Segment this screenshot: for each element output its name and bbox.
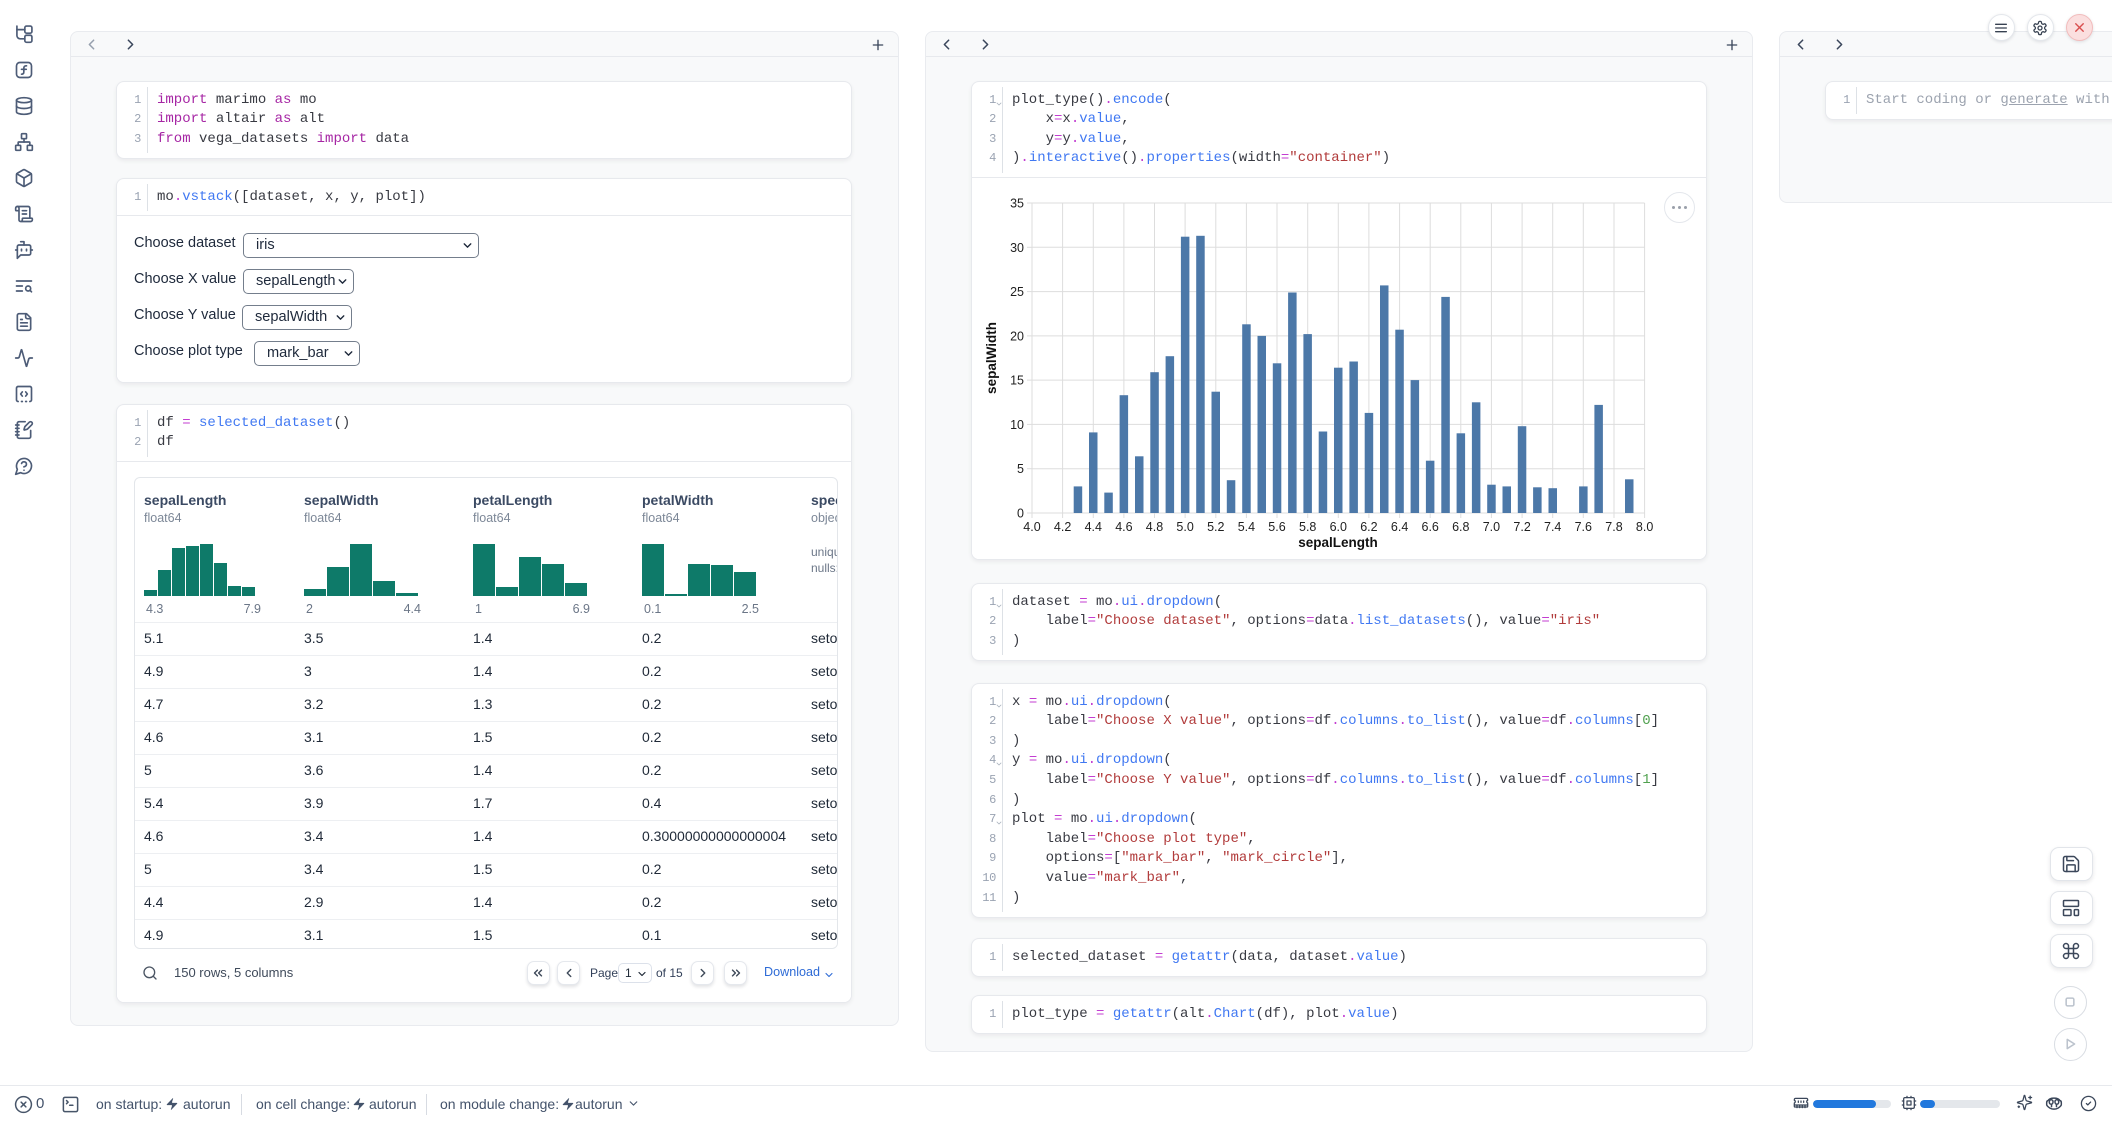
svg-text:4.2: 4.2 — [1054, 520, 1071, 534]
svg-text:20: 20 — [1010, 329, 1024, 343]
svg-text:0: 0 — [1017, 507, 1024, 521]
svg-text:5.8: 5.8 — [1299, 520, 1316, 534]
svg-text:4.4: 4.4 — [1085, 520, 1102, 534]
svg-text:10: 10 — [1010, 418, 1024, 432]
svg-text:7.8: 7.8 — [1605, 520, 1622, 534]
svg-text:7.4: 7.4 — [1544, 520, 1561, 534]
svg-text:5.6: 5.6 — [1268, 520, 1285, 534]
svg-text:6.2: 6.2 — [1360, 520, 1377, 534]
svg-text:5: 5 — [1017, 462, 1024, 476]
svg-text:25: 25 — [1010, 285, 1024, 299]
svg-text:7.2: 7.2 — [1513, 520, 1530, 534]
svg-text:6.0: 6.0 — [1330, 520, 1347, 534]
svg-text:5.0: 5.0 — [1176, 520, 1193, 534]
svg-text:8.0: 8.0 — [1636, 520, 1653, 534]
svg-text:4.0: 4.0 — [1023, 520, 1040, 534]
svg-text:30: 30 — [1010, 241, 1024, 255]
svg-text:4.8: 4.8 — [1146, 520, 1163, 534]
svg-text:7.6: 7.6 — [1575, 520, 1592, 534]
svg-text:sepalLength: sepalLength — [1298, 535, 1378, 550]
svg-text:15: 15 — [1010, 374, 1024, 388]
svg-text:6.6: 6.6 — [1422, 520, 1439, 534]
svg-text:7.0: 7.0 — [1483, 520, 1500, 534]
svg-text:5.2: 5.2 — [1207, 520, 1224, 534]
svg-text:4.6: 4.6 — [1115, 520, 1132, 534]
svg-text:sepalWidth: sepalWidth — [984, 322, 999, 394]
svg-text:6.8: 6.8 — [1452, 520, 1469, 534]
svg-text:6.4: 6.4 — [1391, 520, 1408, 534]
svg-text:5.4: 5.4 — [1238, 520, 1255, 534]
svg-text:35: 35 — [1010, 197, 1024, 211]
